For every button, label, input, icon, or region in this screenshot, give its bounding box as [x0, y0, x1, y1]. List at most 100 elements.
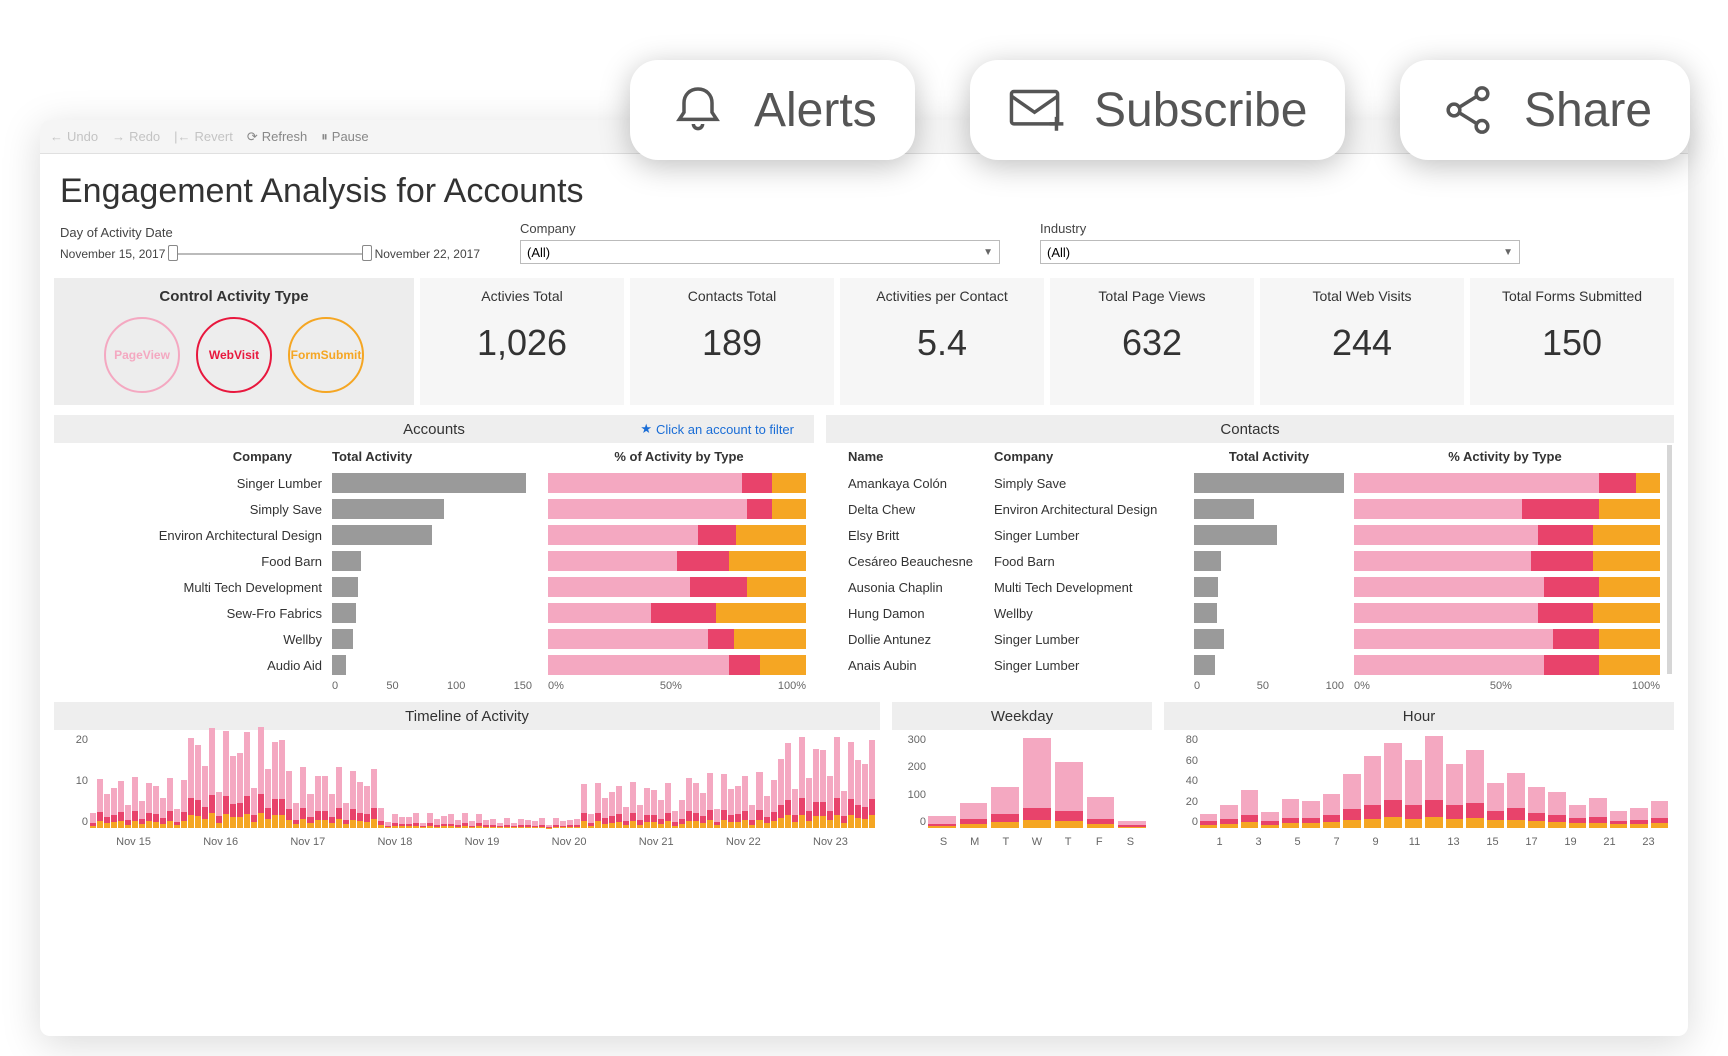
timeline-bar[interactable]	[588, 814, 594, 828]
timeline-bar[interactable]	[785, 743, 791, 828]
weekday-bar[interactable]	[1023, 738, 1051, 828]
timeline-bar[interactable]	[707, 773, 713, 828]
timeline-bar[interactable]	[778, 759, 784, 828]
timeline-bar[interactable]	[862, 764, 868, 828]
timeline-bar[interactable]	[237, 753, 243, 828]
timeline-bar[interactable]	[111, 788, 117, 828]
timeline-bar[interactable]	[420, 823, 426, 828]
hour-bar[interactable]	[1200, 814, 1217, 828]
hour-bar[interactable]	[1528, 787, 1545, 828]
timeline-bar[interactable]	[841, 791, 847, 828]
timeline-bar[interactable]	[637, 805, 643, 828]
timeline-bar[interactable]	[104, 794, 110, 828]
hour-bar[interactable]	[1446, 764, 1463, 828]
contact-row[interactable]: Amankaya ColónSimply Save	[826, 470, 1674, 496]
timeline-bar[interactable]	[469, 821, 475, 828]
hour-bar[interactable]	[1548, 792, 1565, 828]
timeline-bar[interactable]	[609, 792, 615, 828]
timeline-bar[interactable]	[364, 786, 370, 828]
timeline-bar[interactable]	[181, 780, 187, 828]
hour-bar[interactable]	[1384, 743, 1401, 828]
timeline-bar[interactable]	[574, 819, 580, 828]
hour-bar[interactable]	[1364, 756, 1381, 828]
webvisit-toggle[interactable]: WebVisit	[196, 317, 272, 393]
timeline-bar[interactable]	[686, 778, 692, 828]
timeline-bar[interactable]	[188, 738, 194, 828]
alerts-button[interactable]: Alerts	[630, 60, 915, 160]
timeline-bar[interactable]	[735, 786, 741, 828]
timeline-bar[interactable]	[869, 740, 875, 828]
account-row[interactable]: Audio Aid	[54, 652, 814, 678]
pageview-toggle[interactable]: PageView	[104, 317, 180, 393]
timeline-bar[interactable]	[378, 808, 384, 828]
timeline-bar[interactable]	[434, 819, 440, 828]
account-row[interactable]: Multi Tech Development	[54, 574, 814, 600]
timeline-bar[interactable]	[300, 767, 306, 828]
contact-row[interactable]: Ausonia ChaplinMulti Tech Development	[826, 574, 1674, 600]
company-select[interactable]: (All)▼	[520, 240, 1000, 264]
contact-row[interactable]: Cesáreo BeauchesneFood Barn	[826, 548, 1674, 574]
timeline-bar[interactable]	[343, 803, 349, 828]
timeline-bar[interactable]	[651, 790, 657, 828]
undo-button[interactable]: ←Undo	[50, 129, 98, 144]
account-row[interactable]: Wellby	[54, 626, 814, 652]
hour-bar[interactable]	[1466, 750, 1483, 828]
timeline-bar[interactable]	[623, 807, 629, 828]
timeline-bar[interactable]	[279, 740, 285, 828]
timeline-bar[interactable]	[497, 823, 503, 828]
timeline-bar[interactable]	[834, 737, 840, 828]
timeline-bar[interactable]	[476, 814, 482, 828]
scrollbar[interactable]	[1667, 445, 1672, 674]
weekday-bar[interactable]	[991, 787, 1019, 828]
timeline-bar[interactable]	[132, 777, 138, 828]
timeline-bar[interactable]	[286, 771, 292, 828]
timeline-bar[interactable]	[315, 776, 321, 828]
subscribe-button[interactable]: Subscribe	[970, 60, 1345, 160]
timeline-bar[interactable]	[742, 776, 748, 828]
refresh-button[interactable]: ⟳Refresh	[247, 129, 307, 145]
timeline-bar[interactable]	[392, 814, 398, 828]
timeline-bar[interactable]	[820, 750, 826, 828]
timeline-bar[interactable]	[525, 820, 531, 828]
timeline-bar[interactable]	[265, 769, 271, 828]
timeline-bar[interactable]	[511, 823, 517, 828]
timeline-bar[interactable]	[756, 772, 762, 828]
timeline-bar[interactable]	[448, 814, 454, 828]
timeline-bar[interactable]	[539, 818, 545, 828]
timeline-bar[interactable]	[567, 820, 573, 828]
weekday-bar[interactable]	[1055, 762, 1083, 828]
timeline-bar[interactable]	[216, 792, 222, 828]
timeline-bar[interactable]	[553, 818, 559, 828]
timeline-bar[interactable]	[602, 798, 608, 828]
timeline-bar[interactable]	[350, 771, 356, 828]
timeline-bar[interactable]	[202, 766, 208, 828]
hour-bar[interactable]	[1487, 783, 1504, 828]
timeline-bar[interactable]	[329, 794, 335, 828]
timeline-bar[interactable]	[518, 819, 524, 828]
account-row[interactable]: Food Barn	[54, 548, 814, 574]
timeline-bar[interactable]	[322, 776, 328, 828]
hour-bar[interactable]	[1261, 812, 1278, 828]
timeline-bar[interactable]	[336, 767, 342, 828]
timeline-bar[interactable]	[490, 819, 496, 828]
timeline-bar[interactable]	[118, 781, 124, 828]
timeline-bar[interactable]	[462, 813, 468, 828]
contact-row[interactable]: Delta ChewEnviron Architectural Design	[826, 496, 1674, 522]
timeline-bar[interactable]	[665, 783, 671, 828]
timeline-bar[interactable]	[455, 820, 461, 828]
timeline-bar[interactable]	[813, 749, 819, 828]
timeline-bar[interactable]	[195, 745, 201, 828]
industry-select[interactable]: (All)▼	[1040, 240, 1520, 264]
timeline-bar[interactable]	[406, 817, 412, 828]
hour-bar[interactable]	[1220, 805, 1237, 828]
timeline-bar[interactable]	[139, 801, 145, 828]
hour-bar[interactable]	[1507, 773, 1524, 828]
timeline-bar[interactable]	[721, 774, 727, 828]
timeline-bar[interactable]	[532, 821, 538, 828]
timeline-bar[interactable]	[792, 789, 798, 828]
timeline-bar[interactable]	[146, 783, 152, 828]
timeline-bar[interactable]	[546, 825, 552, 828]
weekday-bar[interactable]	[1087, 797, 1115, 828]
timeline-bar[interactable]	[806, 778, 812, 828]
timeline-bar[interactable]	[385, 822, 391, 828]
